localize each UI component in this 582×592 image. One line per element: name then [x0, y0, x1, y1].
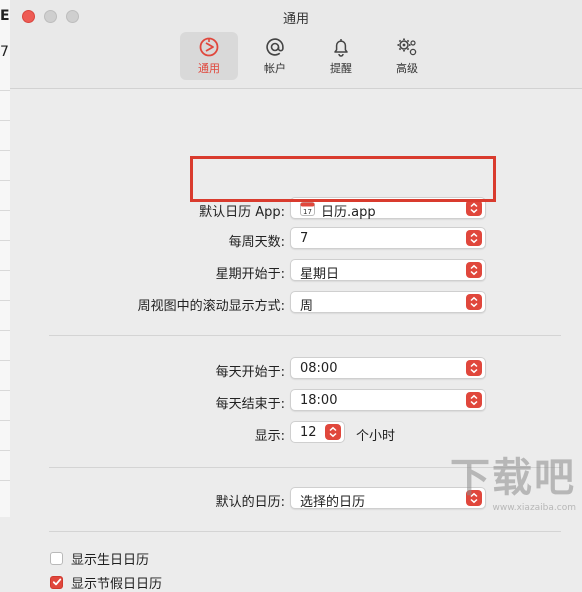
background-glyph: E: [0, 8, 10, 24]
days-per-week-label: 每周天数:: [228, 235, 285, 250]
days-per-week-row: 每周天数: 7: [10, 227, 582, 251]
day-start-row: 每天开始于: 08:00: [10, 357, 582, 381]
show-holidays-label: 显示节假日日历: [71, 576, 163, 592]
tab-advanced[interactable]: 高级: [378, 32, 436, 80]
day-start-value: 08:00: [300, 361, 338, 376]
day-start-label: 每天开始于:: [215, 365, 285, 380]
gears-icon: [395, 36, 419, 58]
section-divider: [49, 335, 561, 336]
show-birthdays-checkbox[interactable]: [50, 551, 63, 565]
popup-chevron-icon: [466, 360, 482, 376]
show-birthdays-row[interactable]: 显示生日日历: [50, 549, 150, 568]
day-end-label: 每天结束于:: [215, 397, 285, 412]
week-view-scroll-value: 周: [300, 299, 314, 314]
show-hours-value: 12: [300, 425, 317, 440]
week-view-scroll-label: 周视图中的滚动显示方式:: [137, 299, 285, 314]
watermark-text: 下载吧: [450, 455, 576, 501]
popup-chevron-icon: [466, 294, 482, 310]
day-start-popup[interactable]: 08:00: [290, 357, 486, 379]
week-start-value: 星期日: [300, 267, 340, 282]
popup-chevron-icon: [466, 262, 482, 278]
default-calendar-value: 选择的日历: [300, 495, 366, 510]
at-sign-icon: [264, 36, 286, 58]
days-per-week-popup[interactable]: 7: [290, 227, 486, 249]
tab-general[interactable]: 通用: [180, 32, 238, 80]
watermark: 下载吧 www.xiazaiba.com: [450, 445, 576, 513]
popup-chevron-icon: [466, 230, 482, 246]
days-per-week-value: 7: [300, 231, 309, 246]
show-holidays-row[interactable]: 显示节假日日历: [50, 573, 163, 592]
week-view-scroll-row: 周视图中的滚动显示方式: 周: [10, 291, 582, 315]
show-hours-unit: 个小时: [356, 429, 396, 444]
default-app-label: 默认日历 App:: [199, 205, 285, 220]
show-hours-popup[interactable]: 12: [290, 421, 345, 443]
tab-accounts[interactable]: 帐户: [246, 32, 304, 80]
day-end-popup[interactable]: 18:00: [290, 389, 486, 411]
preferences-toolbar: 通用 帐户 提醒 高级: [180, 32, 436, 80]
week-start-label: 星期开始于:: [215, 267, 285, 282]
bell-icon: [330, 36, 352, 58]
week-start-row: 星期开始于: 星期日: [10, 259, 582, 283]
tab-label: 通用: [198, 62, 220, 75]
week-view-scroll-popup[interactable]: 周: [290, 291, 486, 314]
default-app-value: 日历.app: [321, 205, 376, 220]
background-glyph: 7: [0, 44, 9, 60]
watermark-url: www.xiazaiba.com: [492, 503, 576, 513]
tab-label: 高级: [396, 62, 418, 75]
day-end-row: 每天结束于: 18:00: [10, 389, 582, 413]
tab-label: 帐户: [264, 62, 286, 75]
show-hours-label: 显示:: [254, 429, 285, 444]
checkmark-icon: [52, 578, 61, 586]
calendar-app-icon: 17: [300, 201, 315, 220]
popup-chevron-icon: [466, 392, 482, 408]
window-title: 通用: [282, 12, 309, 27]
popup-chevron-icon: [466, 200, 482, 216]
general-icon: [198, 36, 220, 58]
highlight-box: [190, 156, 496, 202]
show-hours-row: 显示: 12 个小时: [10, 421, 582, 445]
tab-alerts[interactable]: 提醒: [312, 32, 370, 80]
preferences-window: 通用 通用 帐户 提醒 高级 默认日历 App: 17 日历.app 每周天数:…: [10, 0, 582, 592]
popup-chevron-icon: [325, 424, 341, 440]
day-end-value: 18:00: [300, 393, 338, 408]
week-start-popup[interactable]: 星期日: [290, 259, 486, 282]
svg-text:17: 17: [303, 208, 312, 216]
show-birthdays-label: 显示生日日历: [71, 552, 150, 568]
titlebar: 通用 通用 帐户 提醒 高级: [10, 0, 582, 89]
section-divider: [49, 531, 561, 532]
default-calendar-label: 默认的日历:: [215, 495, 285, 510]
show-holidays-checkbox[interactable]: [50, 575, 63, 589]
tab-label: 提醒: [330, 62, 352, 75]
